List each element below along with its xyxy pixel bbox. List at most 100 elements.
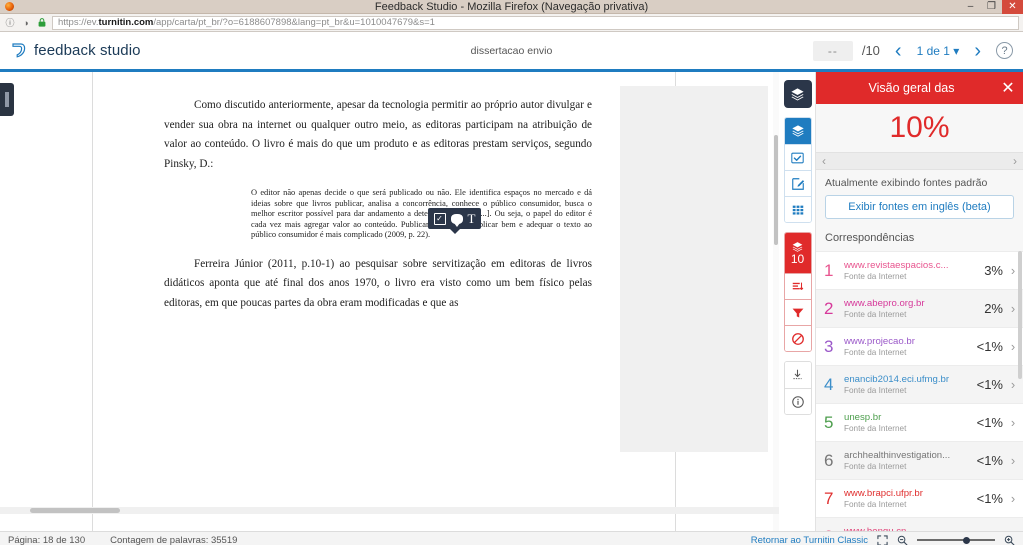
rail-item-download[interactable] (784, 362, 811, 388)
match-row[interactable]: 4 enancib2014.eci.ufmg.br Fonte da Inter… (816, 365, 1023, 403)
zoom-slider[interactable] (917, 535, 995, 545)
prev-paper-button[interactable]: ‹ (889, 41, 908, 61)
rail-item-match-overview[interactable]: 10 (784, 233, 811, 273)
funnel-icon (792, 308, 803, 318)
match-info: enancib2014.eci.ufmg.br Fonte da Interne… (844, 374, 972, 395)
match-percent: <1% (976, 453, 1003, 468)
close-window-button[interactable]: ✕ (1002, 0, 1023, 14)
panel-source-nav: ‹ › (816, 152, 1023, 170)
match-rank: 4 (824, 374, 834, 394)
fullscreen-icon[interactable] (877, 534, 888, 545)
minimize-button[interactable]: – (960, 0, 981, 14)
paper-vertical-scrollbar[interactable] (773, 72, 779, 531)
zoom-out-icon[interactable] (897, 535, 908, 545)
match-row[interactable]: 3 www.projecao.br Fonte da Internet <1% … (816, 327, 1023, 365)
rail-item-rubric[interactable] (784, 196, 811, 222)
match-row[interactable]: 6 archhealthinvestigation... Fonte da In… (816, 441, 1023, 479)
rail-item-all-sources[interactable] (784, 273, 811, 299)
match-url[interactable]: www.revistaespacios.c... (844, 260, 979, 271)
maximize-button[interactable]: ❐ (981, 0, 1002, 14)
block-quote: O editor não apenas decide o que será pu… (251, 188, 592, 240)
paper-viewer[interactable]: Como discutido anteriormente, apesar da … (0, 72, 779, 531)
match-row[interactable]: 8 www.bengu.cn Fonte da Internet <1% › (816, 517, 1023, 531)
comment-bubble-icon[interactable] (450, 213, 463, 227)
match-row[interactable]: 7 www.brapci.ufpr.br Fonte da Internet <… (816, 479, 1023, 517)
document-text: Como discutido anteriormente, apesar da … (164, 96, 592, 327)
match-info: www.revistaespacios.c... Fonte da Intern… (844, 260, 979, 281)
chevron-right-icon[interactable]: › (1008, 415, 1018, 430)
zoom-slider-knob[interactable] (963, 536, 970, 544)
turnitin-classic-link[interactable]: Retornar ao Turnitin Classic (751, 535, 868, 545)
url-path: /app/carta/pt_br/?o=6188607898&lang=pt_b… (153, 17, 435, 28)
similarity-panel: Visão geral das ✕ 10% ‹ › Atualmente exi… (815, 72, 1023, 531)
paper-selector[interactable]: 1 de 1 ▾ (917, 44, 960, 58)
matches-list[interactable]: 1 www.revistaespacios.c... Fonte da Inte… (816, 251, 1023, 531)
rail-item-info[interactable] (784, 388, 811, 414)
chevron-right-icon[interactable]: › (1008, 301, 1018, 316)
panel-close-button[interactable]: ✕ (993, 72, 1023, 104)
chevron-right-icon[interactable]: › (1008, 453, 1018, 468)
quickmark-check-icon[interactable]: ✓ (433, 212, 446, 225)
panel-nav-prev[interactable]: ‹ (822, 154, 826, 168)
lock-icon (36, 17, 48, 29)
match-rank: 2 (824, 298, 834, 318)
match-percent: <1% (977, 529, 1003, 531)
annotation-popup[interactable]: ✓ T (428, 208, 481, 234)
url-bar[interactable]: https://ev. turnitin.com/app/carta/pt_br/… (52, 15, 1019, 30)
match-url[interactable]: www.bengu.cn (844, 526, 972, 531)
page-indicator: Página: 18 de 130 (8, 534, 86, 545)
match-info: archhealthinvestigation... Fonte da Inte… (844, 450, 972, 471)
help-icon[interactable]: ? (996, 42, 1013, 59)
grade-total: /10 (861, 43, 880, 58)
rail-item-grading[interactable] (784, 144, 811, 170)
match-url[interactable]: www.brapci.ufpr.br (844, 488, 972, 499)
zoom-in-icon[interactable] (1004, 535, 1015, 545)
panel-nav-next[interactable]: › (1013, 154, 1017, 168)
match-url[interactable]: unesp.br (844, 412, 972, 423)
tracking-shield-icon[interactable]: ◑ (20, 17, 32, 29)
match-rank: 1 (824, 260, 834, 280)
chevron-right-icon[interactable]: › (1008, 491, 1018, 506)
chevron-right-icon[interactable]: › (1008, 263, 1018, 278)
match-source-type: Fonte da Internet (844, 310, 907, 319)
tool-rail: 10 (779, 72, 815, 531)
info-icon (791, 395, 804, 408)
match-url[interactable]: archhealthinvestigation... (844, 450, 972, 461)
match-url[interactable]: www.abepro.org.br (844, 298, 979, 309)
rail-item-filters[interactable] (784, 299, 811, 325)
browser-titlebar: Feedback Studio - Mozilla Firefox (Naveg… (0, 0, 1023, 14)
chevron-right-icon[interactable]: › (1008, 339, 1018, 354)
layers-icon (791, 87, 804, 100)
chevron-right-icon[interactable]: › (1008, 529, 1018, 531)
rail-layers-toggle[interactable] (783, 80, 812, 108)
brand-text: feedback studio (34, 42, 141, 59)
next-paper-button[interactable]: › (968, 41, 987, 61)
panel-title: Visão geral das (868, 81, 955, 95)
panel-scrollbar[interactable] (1018, 251, 1022, 531)
rail-item-excluded[interactable] (784, 325, 811, 351)
match-row[interactable]: 5 unesp.br Fonte da Internet <1% › (816, 403, 1023, 441)
layers-icon (791, 125, 804, 137)
paper-horizontal-scrollbar[interactable] (0, 507, 779, 514)
similarity-score: 10% (816, 104, 1023, 152)
word-count: Contagem de palavras: 35519 (110, 534, 238, 545)
english-sources-button[interactable]: Exibir fontes em inglês (beta) (825, 195, 1014, 219)
no-entry-icon (791, 332, 804, 345)
rail-item-similarity[interactable] (784, 118, 811, 144)
grade-value[interactable]: -- (812, 40, 853, 61)
match-url[interactable]: enancib2014.eci.ufmg.br (844, 374, 972, 385)
match-rank: 3 (824, 336, 834, 356)
sources-mode-note: Atualmente exibindo fontes padrão (825, 177, 988, 189)
chevron-right-icon[interactable]: › (1008, 377, 1018, 392)
brand[interactable]: feedback studio (0, 42, 141, 59)
download-icon (793, 369, 802, 380)
match-row[interactable]: 1 www.revistaespacios.c... Fonte da Inte… (816, 251, 1023, 289)
match-rank: 8 (824, 527, 844, 532)
sources-icon (792, 282, 803, 290)
text-comment-icon[interactable]: T (468, 212, 476, 225)
match-info: unesp.br Fonte da Internet (844, 412, 972, 433)
rail-item-quickmarks[interactable] (784, 170, 811, 196)
match-url[interactable]: www.projecao.br (844, 336, 972, 347)
match-row[interactable]: 2 www.abepro.org.br Fonte da Internet 2%… (816, 289, 1023, 327)
page-info-icon[interactable]: ⓘ (4, 17, 16, 29)
